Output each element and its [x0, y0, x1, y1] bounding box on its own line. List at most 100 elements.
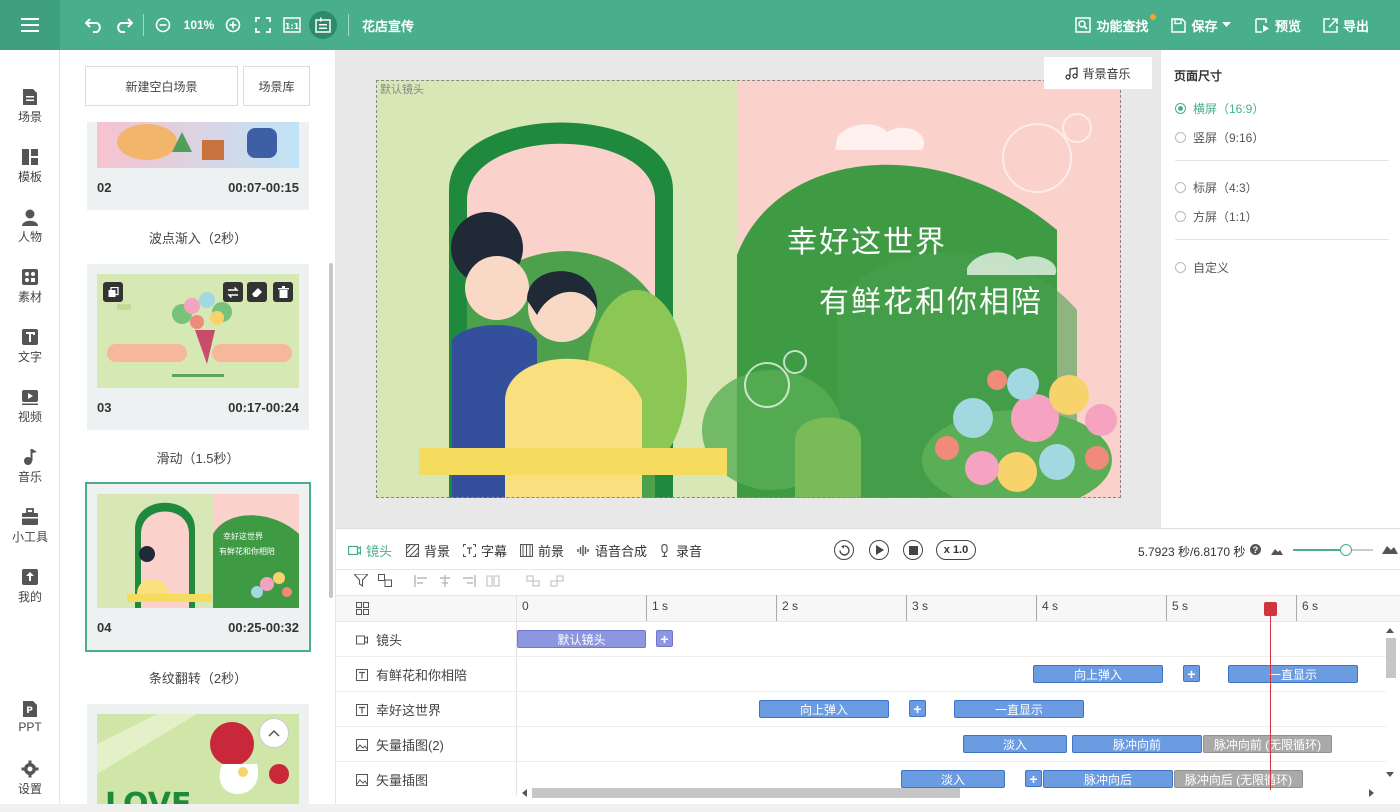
- layout-icon[interactable]: [356, 602, 369, 615]
- playhead-handle[interactable]: [1263, 602, 1277, 616]
- redo-button[interactable]: [112, 0, 136, 50]
- clip-fade-in[interactable]: 淡入: [963, 735, 1067, 753]
- zoom-slider-track[interactable]: [1293, 544, 1373, 556]
- actual-size-button[interactable]: 1:1: [281, 0, 303, 50]
- filter-icon[interactable]: [354, 574, 368, 587]
- nav-mine[interactable]: 我的: [0, 560, 60, 620]
- new-blank-scene-button[interactable]: 新建空白场景: [85, 66, 238, 106]
- radio-standard[interactable]: 标屏（4:3）: [1175, 179, 1258, 196]
- add-clip-button[interactable]: +: [1183, 665, 1200, 682]
- align-right-icon[interactable]: [462, 575, 476, 587]
- nav-template[interactable]: 模板: [0, 140, 60, 200]
- clip-pulse-forward-loop[interactable]: 脉冲向前 (无限循环): [1203, 735, 1332, 753]
- speed-button[interactable]: x 1.0: [936, 540, 976, 560]
- nav-toolbox[interactable]: 小工具: [0, 500, 60, 560]
- swap-scene-button[interactable]: [223, 282, 243, 302]
- scroll-top-button[interactable]: [259, 718, 289, 748]
- chevron-right-icon[interactable]: [1369, 789, 1375, 797]
- distribute-icon[interactable]: [486, 575, 500, 587]
- delete-scene-button[interactable]: [273, 282, 293, 302]
- timeline-vertical-scrollbar[interactable]: [1382, 624, 1400, 782]
- zoom-out-button[interactable]: [152, 0, 174, 50]
- scene-card-02[interactable]: 02 00:07-00:15: [87, 122, 309, 210]
- radio-custom[interactable]: 自定义: [1175, 259, 1229, 276]
- radio-landscape[interactable]: 横屏（16:9）: [1175, 100, 1264, 117]
- play-button[interactable]: [869, 540, 889, 560]
- export-button[interactable]: 导出: [1320, 0, 1372, 50]
- nav-settings[interactable]: 设置: [0, 752, 60, 812]
- clip-slide-up[interactable]: 向上弹入: [759, 700, 889, 718]
- tab-shot[interactable]: 镜头: [348, 541, 392, 560]
- feature-search-button[interactable]: 功能查找: [1072, 0, 1152, 50]
- clip-default-shot[interactable]: 默认镜头: [517, 630, 646, 648]
- project-title[interactable]: 花店宣传: [362, 0, 426, 50]
- nav-text[interactable]: 文字: [0, 320, 60, 380]
- tab-recording[interactable]: 录音: [658, 541, 702, 560]
- nav-ppt[interactable]: P PPT: [0, 692, 60, 752]
- stage-text-line2[interactable]: 有鲜花和你相陪: [819, 285, 1043, 320]
- clip-always-show[interactable]: 一直显示: [954, 700, 1084, 718]
- scene-card-04[interactable]: 幸好这世界 有鲜花和你相陪 04 00:25-00:32: [85, 482, 311, 652]
- track-text-2[interactable]: 有鲜花和你相陪: [336, 657, 516, 692]
- save-button[interactable]: 保存: [1168, 0, 1234, 50]
- clip-slide-up[interactable]: 向上弹入: [1033, 665, 1163, 683]
- scene-transition-03[interactable]: 滑动（1.5秒）: [87, 448, 309, 467]
- align-tools: [414, 575, 564, 587]
- chevron-up-icon[interactable]: [1386, 627, 1394, 633]
- align-center-icon[interactable]: [438, 575, 452, 587]
- tab-tts[interactable]: 语音合成: [577, 541, 647, 560]
- menu-button[interactable]: [0, 0, 60, 50]
- stage-canvas[interactable]: 幸好这世界 有鲜花和你相陪 默认镜头: [377, 80, 1121, 498]
- scene-panel-scrollbar[interactable]: [329, 263, 333, 598]
- playhead[interactable]: [1263, 602, 1277, 790]
- nav-person[interactable]: 人物: [0, 200, 60, 260]
- add-clip-button[interactable]: +: [656, 630, 673, 647]
- stage-text-line1[interactable]: 幸好这世界: [787, 225, 947, 260]
- nav-material[interactable]: 素材: [0, 260, 60, 320]
- track-vector-2[interactable]: 矢量插图(2): [336, 727, 516, 762]
- layer-up-icon[interactable]: [526, 575, 540, 587]
- svg-text:P: P: [26, 706, 33, 716]
- track-text-1[interactable]: 幸好这世界: [336, 692, 516, 727]
- radio-portrait[interactable]: 竖屏（9:16）: [1175, 129, 1264, 146]
- tab-background[interactable]: 背景: [406, 541, 450, 560]
- nav-material-label: 素材: [17, 290, 42, 304]
- clear-scene-button[interactable]: [247, 282, 267, 302]
- horizontal-scroll-thumb[interactable]: [532, 788, 960, 798]
- music-icon: [24, 449, 37, 465]
- tab-foreground[interactable]: 前景: [520, 541, 564, 560]
- timeline-horizontal-scrollbar[interactable]: [518, 785, 1378, 801]
- stop-button[interactable]: [903, 540, 923, 560]
- copy-scene-button[interactable]: [103, 282, 123, 302]
- align-left-icon[interactable]: [414, 575, 428, 587]
- tab-subtitle[interactable]: 字幕: [463, 541, 507, 560]
- nav-scene[interactable]: 场景: [0, 80, 60, 140]
- help-icon[interactable]: ?: [1250, 544, 1261, 555]
- replay-button[interactable]: [834, 540, 854, 560]
- scene-library-button[interactable]: 场景库: [243, 66, 310, 106]
- fit-screen-button[interactable]: [252, 0, 274, 50]
- preview-button[interactable]: 预览: [1252, 0, 1304, 50]
- clip-always-show[interactable]: 一直显示: [1228, 665, 1358, 683]
- undo-button[interactable]: [82, 0, 106, 50]
- track-vector-1[interactable]: 矢量插图: [336, 762, 516, 797]
- time-ruler[interactable]: [336, 595, 1400, 622]
- vertical-scroll-thumb[interactable]: [1386, 638, 1396, 678]
- add-clip-button[interactable]: +: [909, 700, 926, 717]
- chevron-down-icon[interactable]: [1386, 772, 1394, 778]
- scene-card-03[interactable]: 03 00:17-00:24: [87, 264, 309, 430]
- group-icon[interactable]: [378, 574, 392, 587]
- nav-video[interactable]: 视频: [0, 380, 60, 440]
- zoom-in-button[interactable]: [222, 0, 244, 50]
- scene-transition-04[interactable]: 条纹翻转（2秒）: [87, 668, 309, 687]
- background-music-button[interactable]: 背景音乐: [1044, 57, 1152, 89]
- clip-pulse-forward[interactable]: 脉冲向前: [1072, 735, 1202, 753]
- scene-card-05[interactable]: LOVE: [87, 704, 309, 804]
- nav-music[interactable]: 音乐: [0, 440, 60, 500]
- chevron-left-icon[interactable]: [521, 789, 527, 797]
- layer-down-icon[interactable]: [550, 575, 564, 587]
- scene-transition-02[interactable]: 波点渐入（2秒）: [87, 228, 309, 247]
- track-shot[interactable]: 镜头: [336, 622, 516, 657]
- radio-square[interactable]: 方屏（1:1）: [1175, 208, 1258, 225]
- zoom-slider-handle[interactable]: [1340, 544, 1352, 556]
